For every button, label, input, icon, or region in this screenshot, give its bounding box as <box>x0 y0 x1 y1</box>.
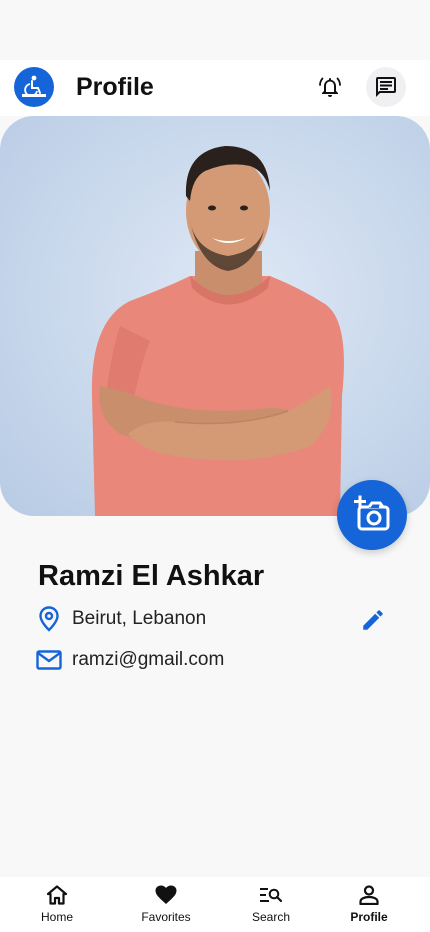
add-photo-camera-icon <box>354 495 390 531</box>
change-photo-button[interactable] <box>337 480 407 550</box>
profile-photo-illustration <box>91 146 344 516</box>
home-icon <box>46 877 68 907</box>
nav-home-label: Home <box>40 910 73 924</box>
profile-photo <box>0 116 430 516</box>
nav-home[interactable]: Home <box>32 877 82 932</box>
page-title: Profile <box>76 73 154 101</box>
wheelchair-logo-icon <box>22 75 46 97</box>
person-icon <box>359 877 379 907</box>
location-pin-icon <box>36 606 62 632</box>
notifications-button[interactable] <box>310 67 350 107</box>
messages-button[interactable] <box>366 67 406 107</box>
nav-profile[interactable]: Profile <box>344 877 394 932</box>
pencil-edit-icon <box>363 610 383 630</box>
email-text: ramzi@gmail.com <box>72 649 225 670</box>
nav-search-label: Search <box>251 910 291 924</box>
email-row: ramzi@gmail.com <box>36 647 224 673</box>
status-bar-spacer <box>0 0 430 60</box>
nav-favorites[interactable]: Favorites <box>136 877 196 932</box>
heart-icon <box>155 877 177 907</box>
nav-search[interactable]: Search <box>246 877 296 932</box>
app-logo[interactable] <box>14 67 54 107</box>
chat-message-icon <box>376 77 396 97</box>
email-icon <box>36 647 62 673</box>
bell-ring-icon <box>319 77 341 97</box>
nav-profile-label: Profile <box>350 910 388 924</box>
app-header: Profile <box>0 60 430 116</box>
location-row: Beirut, Lebanon <box>36 606 206 632</box>
search-list-icon <box>260 877 282 907</box>
user-name: Ramzi El Ashkar <box>38 560 265 592</box>
bottom-navigation: Home Favorites Search Profile <box>0 877 430 932</box>
location-text: Beirut, Lebanon <box>72 608 207 629</box>
nav-favorites-label: Favorites <box>141 910 191 924</box>
edit-profile-button[interactable] <box>357 604 389 636</box>
